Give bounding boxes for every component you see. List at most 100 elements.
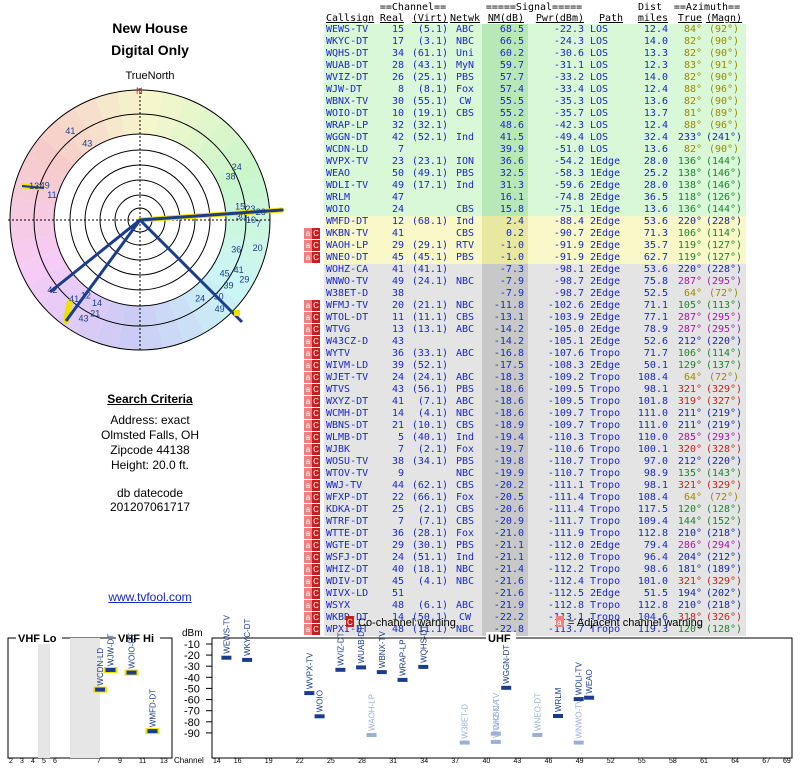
table-row[interactable]: a C WTTE-DT 36 (28.1) Fox -21.0 -111.9 Tropo 112.…: [304, 528, 746, 540]
table-row[interactable]: a C WNEO-DT 45 (45.1) PBS -1.0 -91.9 2Edge 62.7 11…: [304, 252, 746, 264]
table-row[interactable]: a C WTRF-DT 7 (7.1) CBS -20.9 -111.7 Tropo 109.4 1…: [304, 516, 746, 528]
table-row[interactable]: WRAP-LP 32 (32.1) 48.6 -42.3 LOS 12.4 88° (96°): [304, 120, 746, 132]
table-row[interactable]: WVIZ-DT 26 (25.1) PBS 57.7 -33.2 LOS 14.0 82° (90…: [304, 72, 746, 84]
co-channel-warning-icon: C: [312, 372, 320, 383]
table-row[interactable]: WCDN-LD 7 39.9 -51.0 LOS 13.6 82° (90°): [304, 144, 746, 156]
channel-tick-label: 3: [20, 758, 24, 765]
table-row[interactable]: a C WAOH-LP 29 (29.1) RTV -1.0 -91.9 2Edge 35.7 11…: [304, 240, 746, 252]
table-row[interactable]: a C WTVS 43 (56.1) PBS -18.6 -109.5 Tropo 98.1 321…: [304, 384, 746, 396]
cell-magn: (72°): [702, 492, 746, 504]
table-row[interactable]: WQHS-DT 34 (61.1) Uni 60.2 -30.6 LOS 13.3 82° (90…: [304, 48, 746, 60]
warning-cell: [304, 24, 324, 36]
dbm-tick-label: -50: [184, 683, 200, 695]
cell-call: WUAB-DT: [324, 60, 378, 72]
cell-pwr: -110.6: [528, 444, 586, 456]
cell-path: Tropo: [586, 444, 632, 456]
table-row[interactable]: a C WBNS-DT 21 (10.1) CBS -18.9 -109.7 Tropo 111.…: [304, 420, 746, 432]
cell-pwr: -105.1: [528, 336, 586, 348]
co-channel-warning-icon: C: [312, 384, 320, 395]
cell-call: WTVS: [324, 384, 378, 396]
table-row[interactable]: a C KDKA-DT 25 (2.1) CBS -20.6 -111.4 Tropo 117.5…: [304, 504, 746, 516]
table-row[interactable]: WOHZ-CA 41 (41.1) -7.3 -98.1 2Edge 53.6 220° (22…: [304, 264, 746, 276]
adjacent-warning-icon: a: [304, 516, 312, 527]
adjacent-legend: = Adjacent channel warning: [568, 617, 703, 629]
table-row[interactable]: a C WTVG 13 (13.1) ABC -14.2 -105.0 2Edge 78.9 287…: [304, 324, 746, 336]
cell-dist: 13.6: [632, 144, 668, 156]
table-row[interactable]: WOIO 24 CBS 15.8 -75.1 1Edge 13.6 136° (144°): [304, 204, 746, 216]
table-row[interactable]: W38ET-D 38 -7.9 -98.7 2Edge 52.5 64° (72°): [304, 288, 746, 300]
table-row[interactable]: a C WFMJ-TV 20 (21.1) NBC -11.8 -102.6 2Edge 71.1…: [304, 300, 746, 312]
cell-nm: -7.9: [482, 276, 528, 288]
cell-path: LOS: [586, 60, 632, 72]
table-row[interactable]: WOIO-DT 10 (19.1) CBS 55.2 -35.7 LOS 13.7 81° (89…: [304, 108, 746, 120]
cell-real: 23: [378, 156, 404, 168]
cell-nm: -13.1: [482, 312, 528, 324]
table-row[interactable]: a C WIVM-LD 39 (52.1) -17.5 -108.3 2Edge 50.1 129…: [304, 360, 746, 372]
table-row[interactable]: WGGN-DT 42 (52.1) Ind 41.5 -49.4 LOS 32.4 233° (2…: [304, 132, 746, 144]
table-row[interactable]: WRLM 47 16.1 -74.8 2Edge 36.5 118° (126°): [304, 192, 746, 204]
cell-magn: (89°): [702, 108, 746, 120]
table-row[interactable]: a C WHIZ-DT 40 (18.1) NBC -21.4 -112.2 Tropo 98.6…: [304, 564, 746, 576]
co-channel-warning-icon: C: [312, 588, 320, 599]
table-row[interactable]: WUAB-DT 28 (43.1) MyN 59.7 -31.1 LOS 12.3 83° (91…: [304, 60, 746, 72]
table-row[interactable]: a C WFXP-DT 22 (66.1) Fox -20.5 -111.4 Tropo 108.…: [304, 492, 746, 504]
cell-dist: 12.4: [632, 84, 668, 96]
table-row[interactable]: WMFD-DT 12 (68.1) Ind 2.4 -88.4 2Edge 53.6 220°(…: [304, 216, 746, 228]
signal-bar-label: WRLM: [554, 687, 563, 712]
cell-dist: 109.4: [632, 516, 668, 528]
cell-pwr: -90.7: [528, 228, 586, 240]
table-row[interactable]: WVPX-TV 23 (23.1) ION 36.6 -54.2 1Edge 28.0 136°…: [304, 156, 746, 168]
signal-bar: [418, 664, 429, 669]
table-row[interactable]: a C W43CZ-D 43 -14.2 -105.1 2Edge 52.6 212° (220°…: [304, 336, 746, 348]
co-channel-warning-icon: C: [312, 360, 320, 371]
table-row[interactable]: WBNX-TV 30 (55.1) CW 55.5 -35.3 LOS 13.6 82° (90°…: [304, 96, 746, 108]
channel-tick-label: 69: [783, 758, 791, 765]
cell-path: Tropo: [586, 504, 632, 516]
signal-bar: [397, 677, 408, 682]
table-row[interactable]: WJW-DT 8 (8.1) Fox 57.4 -33.4 LOS 12.4 88° (96°): [304, 84, 746, 96]
table-row[interactable]: a C WCMH-DT 14 (4.1) NBC -18.6 -109.7 Tropo 111.0…: [304, 408, 746, 420]
table-row[interactable]: a C WSYX 48 (6.1) ABC -21.9 -112.8 Tropo 112.8 210…: [304, 600, 746, 612]
criteria-height: Height: 20.0 ft.: [110, 458, 190, 472]
vhf-lo-label: VHF Lo: [18, 633, 57, 645]
table-row[interactable]: a C WLMB-DT 5 (40.1) Ind -19.4 -110.3 Tropo 110.0…: [304, 432, 746, 444]
table-row[interactable]: WDLI-TV 49 (17.1) Ind 31.3 -59.6 2Edge 28.0 138°…: [304, 180, 746, 192]
table-row[interactable]: WNWO-TV 49 (24.1) NBC -7.9 -98.7 2Edge 75.8 287°…: [304, 276, 746, 288]
cell-net: Ind: [448, 432, 482, 444]
cell-call: WMFD-DT: [324, 216, 378, 228]
table-row[interactable]: WEAO 50 (49.1) PBS 32.5 -58.3 1Edge 25.2 138° (14…: [304, 168, 746, 180]
cell-pwr: -111.4: [528, 492, 586, 504]
cell-dist: 101.0: [632, 576, 668, 588]
cell-virt: (11.1): [404, 312, 448, 324]
cell-call: WTTE-DT: [324, 528, 378, 540]
cell-pwr: -98.7: [528, 276, 586, 288]
table-row[interactable]: WEWS-TV 15 (5.1) ABC 68.5 -22.3 LOS 12.4 84° (92°…: [304, 24, 746, 36]
cell-real: 44: [378, 480, 404, 492]
table-row[interactable]: a C WJET-TV 24 (24.1) ABC -18.3 -109.2 Tropo 108.…: [304, 372, 746, 384]
channel-tick-label: 28: [358, 758, 366, 765]
cell-virt: (2.1): [404, 444, 448, 456]
radar-channel-label: 29: [239, 275, 249, 285]
table-row[interactable]: a C WGTE-DT 29 (30.1) PBS -21.1 -112.0 2Edge 79.4…: [304, 540, 746, 552]
table-row[interactable]: a C WTOL-DT 11 (11.1) CBS -13.1 -103.9 2Edge 77.1…: [304, 312, 746, 324]
cell-virt: (51.1): [404, 552, 448, 564]
table-row[interactable]: a C WWJ-TV 44 (62.1) CBS -20.2 -111.1 Tropo 98.1 3…: [304, 480, 746, 492]
table-row[interactable]: WKYC-DT 17 (3.1) NBC 66.5 -24.3 LOS 14.0 82° (90°…: [304, 36, 746, 48]
cell-true: 204°: [668, 552, 702, 564]
table-row[interactable]: a C WSFJ-DT 24 (51.1) Ind -21.1 -112.0 Tropo 96.4…: [304, 552, 746, 564]
table-row[interactable]: a C WXYZ-DT 41 (7.1) ABC -18.6 -109.5 Tropo 101.8…: [304, 396, 746, 408]
signal-bar: [553, 714, 563, 718]
channel-tick-label: 61: [700, 758, 708, 765]
cell-nm: -19.9: [482, 468, 528, 480]
table-row[interactable]: a C WIVX-LD 51 -21.6 -112.5 2Edge 51.5 194° (202°…: [304, 588, 746, 600]
site-link[interactable]: www.tvfool.com: [0, 590, 300, 604]
adjacent-warning-icon: a: [304, 252, 312, 263]
adjacent-warning-icon: a: [304, 300, 312, 311]
table-row[interactable]: a C WJBK 7 (2.1) Fox -19.7 -110.6 Tropo 100.1 320°…: [304, 444, 746, 456]
table-row[interactable]: a C WYTV 36 (33.1) ABC -16.8 -107.6 Tropo 71.7 106…: [304, 348, 746, 360]
table-row[interactable]: a C WOSU-TV 38 (34.1) PBS -19.8 -110.7 Tropo 97.0…: [304, 456, 746, 468]
table-row[interactable]: a C WDIV-DT 45 (4.1) NBC -21.6 -112.4 Tropo 101.0…: [304, 576, 746, 588]
table-row[interactable]: a C WKBN-TV 41 CBS 0.2 -90.7 2Edge 71.3 106° (114°…: [304, 228, 746, 240]
cell-nm: 15.8: [482, 204, 528, 216]
table-row[interactable]: a C WTOV-TV 9 NBC -19.9 -110.7 Tropo 98.9 135° (14…: [304, 468, 746, 480]
